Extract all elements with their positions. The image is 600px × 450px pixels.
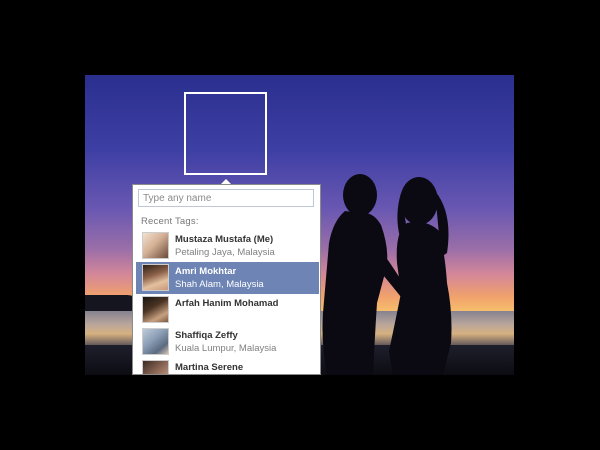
person-name: Mustaza Mustafa (Me): [175, 234, 274, 245]
tag-suggestion[interactable]: Arfah Hanim Mohamad: [136, 294, 319, 326]
avatar: [142, 360, 169, 374]
tag-suggestion[interactable]: Mustaza Mustafa (Me) Petaling Jaya, Mala…: [136, 230, 319, 262]
person-location: Petaling Jaya, Malaysia: [175, 247, 275, 258]
couple-silhouette: [322, 174, 452, 375]
tag-box[interactable]: [184, 92, 267, 175]
person-name: Arfah Hanim Mohamad: [175, 298, 279, 309]
avatar: [142, 328, 169, 355]
tag-suggestion[interactable]: Martina Serene: [136, 358, 319, 374]
person-name: Martina Serene: [175, 362, 244, 373]
person-name: Amri Mokhtar: [175, 266, 237, 277]
avatar: [142, 232, 169, 259]
recent-tags-label: Recent Tags:: [141, 216, 199, 227]
person-location: Kuala Lumpur, Malaysia: [175, 343, 277, 354]
tag-suggestion-selected[interactable]: Amri Mokhtar Shah Alam, Malaysia: [136, 262, 319, 294]
tag-dialog: Recent Tags: Mustaza Mustafa (Me) Petali…: [132, 184, 321, 375]
avatar: [142, 264, 169, 291]
avatar: [142, 296, 169, 323]
tag-name-input[interactable]: [138, 189, 314, 207]
recent-tags-list: Mustaza Mustafa (Me) Petaling Jaya, Mala…: [136, 230, 319, 374]
tag-suggestion[interactable]: Shaffiqa Zeffy Kuala Lumpur, Malaysia: [136, 326, 319, 358]
person-location: Shah Alam, Malaysia: [175, 279, 264, 290]
person-name: Shaffiqa Zeffy: [175, 330, 238, 341]
